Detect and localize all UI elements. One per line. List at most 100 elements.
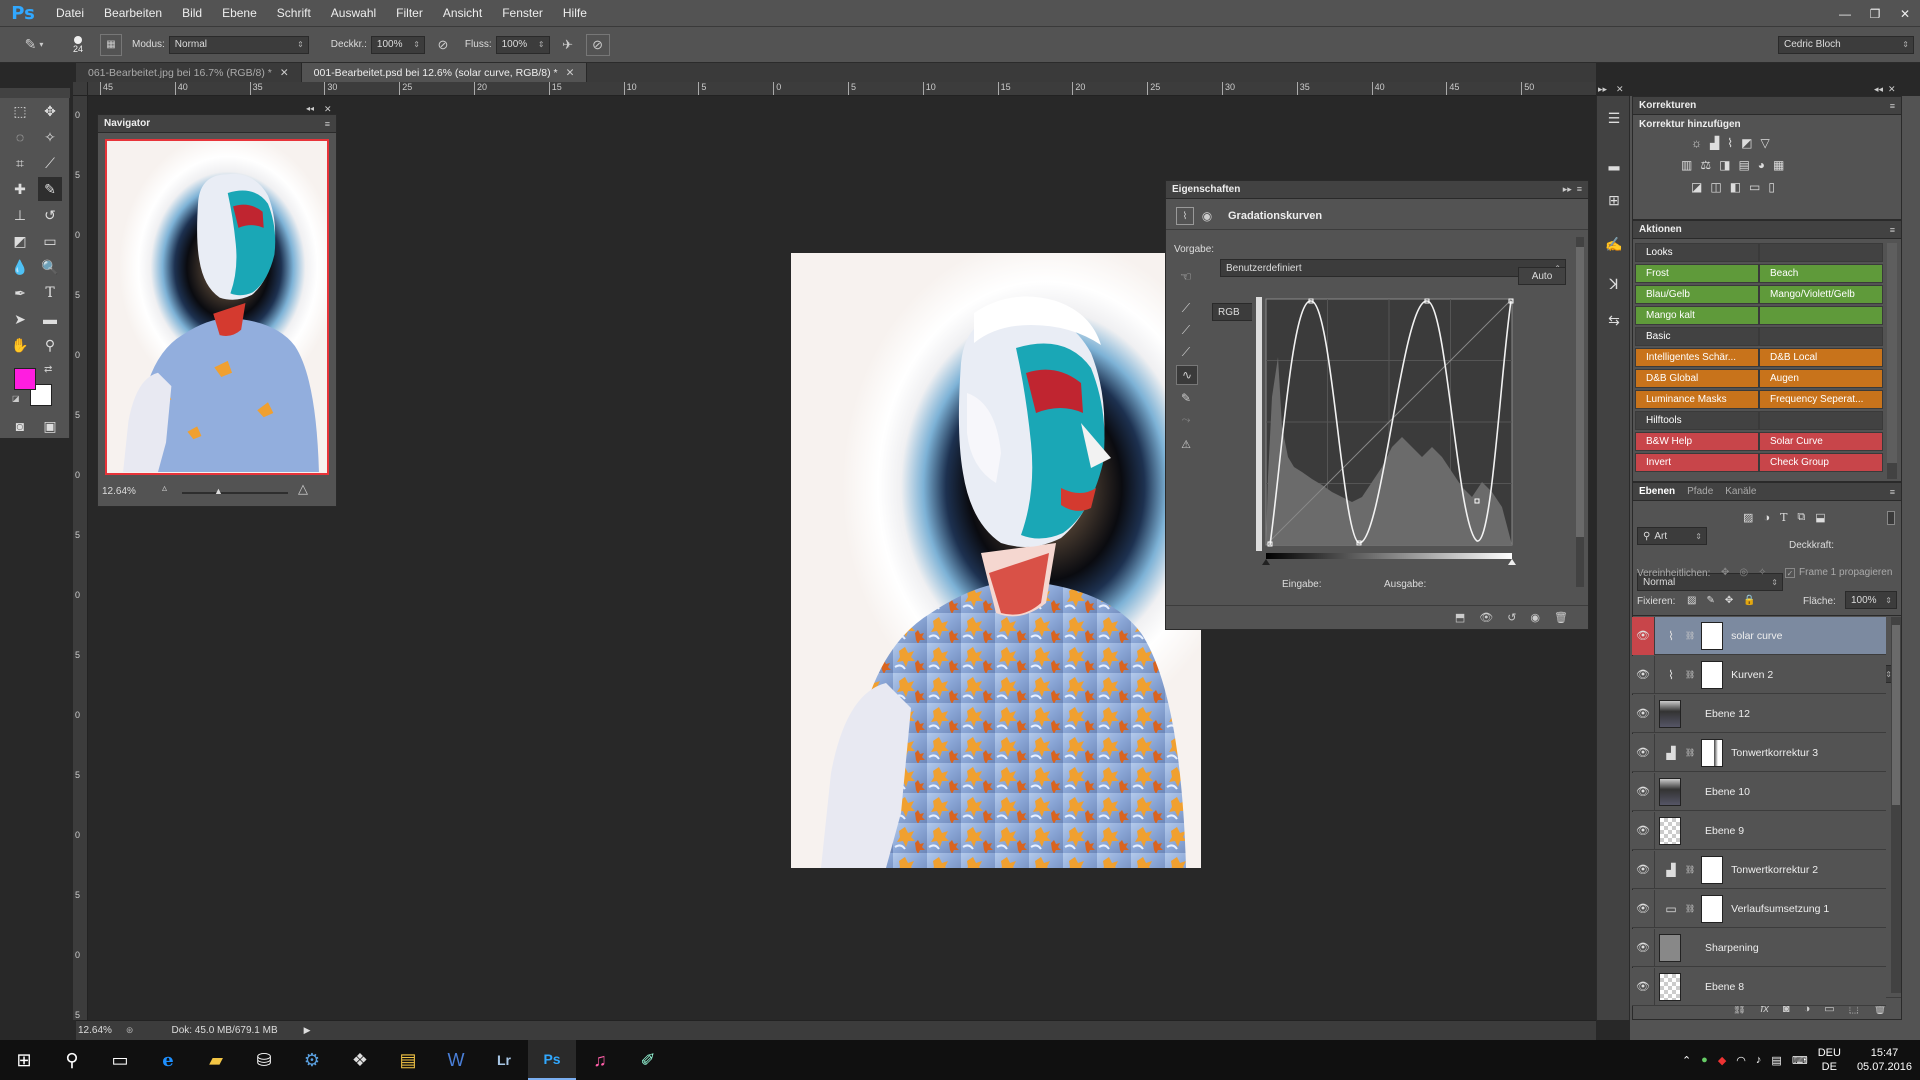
action-item[interactable]: Frost	[1635, 264, 1759, 283]
visibility-icon[interactable]: ◉	[1530, 611, 1540, 624]
type-tool-icon[interactable]: T	[38, 281, 62, 305]
action-item[interactable]: D&B Local	[1759, 348, 1883, 367]
unify-style-icon[interactable]: ✧	[1758, 567, 1766, 578]
close-tab-icon[interactable]: ✕	[566, 67, 575, 79]
tab-001-bearbeitet[interactable]: 001-Bearbeitet.psd bei 12.6% (solar curv…	[301, 63, 588, 82]
marquee-tool-icon[interactable]: ⬚	[8, 99, 32, 123]
sample-white-icon[interactable]: ⟋	[1176, 343, 1196, 361]
navigator-slider-thumb[interactable]: ▲	[214, 486, 223, 496]
aktionen-scrollbar[interactable]	[1887, 243, 1897, 479]
gradient-map-layer-icon[interactable]: ▭	[1659, 895, 1683, 923]
quick-mask-icon[interactable]: ◙	[8, 414, 32, 438]
quick-select-tool-icon[interactable]: ✧	[38, 125, 62, 149]
mask-icon[interactable]: ◉	[1198, 207, 1216, 225]
tab-pfade[interactable]: Pfade	[1687, 486, 1713, 497]
curves-layer-icon[interactable]: ⌇	[1659, 661, 1683, 689]
layer-row[interactable]: 👁 Ebene 9	[1632, 811, 1886, 850]
bw-icon[interactable]: ◨	[1719, 158, 1730, 172]
eraser-tool-icon[interactable]: ◩	[8, 229, 32, 253]
smooth-icon[interactable]: ⤳	[1176, 411, 1196, 429]
tray-clock[interactable]: 15:47 05.07.2016	[1857, 1046, 1912, 1074]
action-item[interactable]: Invert	[1635, 453, 1759, 472]
filter-type-icon[interactable]: T	[1780, 511, 1787, 524]
action-item[interactable]: Mango/Violett/Gelb	[1759, 285, 1883, 304]
brush-size-picker[interactable]: 24	[64, 32, 92, 58]
paint-icon[interactable]: ✐	[624, 1040, 672, 1080]
layer-row[interactable]: 👁 ▟ ⛓ Tonwertkorrektur 3	[1632, 733, 1886, 772]
curves-graph[interactable]	[1252, 297, 1516, 565]
itunes-icon[interactable]: ♫	[576, 1040, 624, 1080]
layer-thumbnail[interactable]	[1659, 972, 1681, 1001]
layer-visibility-icon[interactable]: 👁	[1632, 785, 1654, 798]
menu-ebene[interactable]: Ebene	[212, 6, 267, 20]
action-item[interactable]: Looks	[1635, 243, 1759, 262]
gradient-map-icon[interactable]: ▭	[1749, 180, 1760, 194]
panel-menu-icon[interactable]: ≡	[325, 119, 330, 129]
menu-filter[interactable]: Filter	[386, 6, 433, 20]
clipping-warning-icon[interactable]: ⚠	[1174, 435, 1198, 453]
layers-scroll-thumb[interactable]	[1892, 625, 1900, 805]
threshold-icon[interactable]: ◧	[1730, 180, 1741, 194]
tray-volume-icon[interactable]: ♪	[1756, 1054, 1762, 1066]
action-item[interactable]: Intelligentes Schär...	[1635, 348, 1759, 367]
menu-auswahl[interactable]: Auswahl	[321, 6, 386, 20]
action-item[interactable]	[1759, 327, 1883, 346]
action-item[interactable]	[1759, 411, 1883, 430]
layer-row[interactable]: 👁 Sharpening	[1632, 928, 1886, 967]
layer-mask-thumbnail[interactable]	[1701, 660, 1724, 689]
layer-row[interactable]: 👁 Ebene 8	[1632, 967, 1886, 1006]
mask-link-icon[interactable]: ⛓	[1685, 865, 1695, 874]
sample-gray-icon[interactable]: ⟋	[1176, 321, 1196, 339]
word-icon[interactable]: W	[432, 1040, 480, 1080]
store-icon[interactable]: ⛁	[240, 1040, 288, 1080]
propagate-frame-option[interactable]: ✓ Frame 1 propagieren	[1785, 567, 1892, 578]
deckkraft-field[interactable]: 100%	[1845, 591, 1897, 609]
layers-scrollbar[interactable]	[1891, 617, 1901, 993]
color-balance-icon[interactable]: ⚖	[1700, 158, 1711, 172]
brush-tool-icon[interactable]: ✎	[38, 177, 62, 201]
tab-kanaele[interactable]: Kanäle	[1725, 486, 1756, 497]
layer-visibility-icon[interactable]: 👁	[1632, 668, 1654, 681]
tray-keyboard-icon[interactable]: ⌨	[1792, 1054, 1808, 1067]
airbrush-icon[interactable]: ✈	[556, 34, 580, 56]
action-item[interactable]: Frequency Seperat...	[1759, 390, 1883, 409]
layer-visibility-icon[interactable]: 👁	[1632, 707, 1654, 720]
menu-bild[interactable]: Bild	[172, 6, 212, 20]
action-item[interactable]	[1759, 306, 1883, 325]
zoom-in-icon[interactable]: △	[298, 481, 308, 497]
layer-row[interactable]: 👁 ▟ ⛓ Tonwertkorrektur 2	[1632, 850, 1886, 889]
mask-link-icon[interactable]: ⛓	[1685, 670, 1695, 679]
sample-black-icon[interactable]: ⟋	[1176, 299, 1196, 317]
brush-panel-toggle-icon[interactable]: ▦	[100, 33, 122, 56]
blur-tool-icon[interactable]: 💧	[8, 255, 32, 279]
layer-mask-thumbnail[interactable]	[1701, 855, 1724, 884]
pressure-size-icon[interactable]: ⊘	[585, 33, 610, 56]
action-item[interactable]: Solar Curve	[1759, 432, 1883, 451]
target-adjust-icon[interactable]: ☜	[1174, 267, 1198, 287]
lock-all-icon[interactable]: 🔒	[1743, 595, 1755, 606]
tray-chevron-icon[interactable]: ⌃	[1682, 1054, 1691, 1067]
pen-tool-icon[interactable]: ✒	[8, 281, 32, 305]
edge-icon[interactable]: e	[144, 1040, 192, 1080]
layer-mask-thumbnail[interactable]	[1701, 894, 1724, 923]
hue-sat-icon[interactable]: ▥	[1681, 158, 1692, 172]
layer-mask-thumbnail[interactable]	[1701, 621, 1724, 650]
layer-visibility-icon[interactable]: 👁	[1632, 616, 1654, 655]
view-previous-icon[interactable]: 👁	[1479, 611, 1493, 624]
properties-panel-icon[interactable]: ⊞	[1602, 188, 1626, 212]
filter-pixel-icon[interactable]: ▨	[1743, 511, 1753, 524]
eyedropper-tool-icon[interactable]: ⟋	[38, 151, 62, 175]
menu-hilfe[interactable]: Hilfe	[553, 6, 597, 20]
shape-tool-icon[interactable]: ▬	[38, 307, 62, 331]
filter-adjust-icon[interactable]: ◑	[1763, 512, 1770, 524]
close-tab-icon[interactable]: ✕	[280, 67, 289, 79]
auto-button[interactable]: Auto	[1518, 267, 1566, 285]
action-item[interactable]: Mango kalt	[1635, 306, 1759, 325]
layer-filter-select[interactable]: ⚲ Art	[1637, 527, 1707, 545]
korrekturen-menu-icon[interactable]: ≡	[1890, 101, 1895, 111]
lightroom-icon[interactable]: Lr	[480, 1040, 528, 1080]
path-select-tool-icon[interactable]: ➤	[8, 307, 32, 331]
layer-thumbnail[interactable]	[1659, 816, 1681, 845]
action-item[interactable]: Luminance Masks	[1635, 390, 1759, 409]
action-item[interactable]: B&W Help	[1635, 432, 1759, 451]
